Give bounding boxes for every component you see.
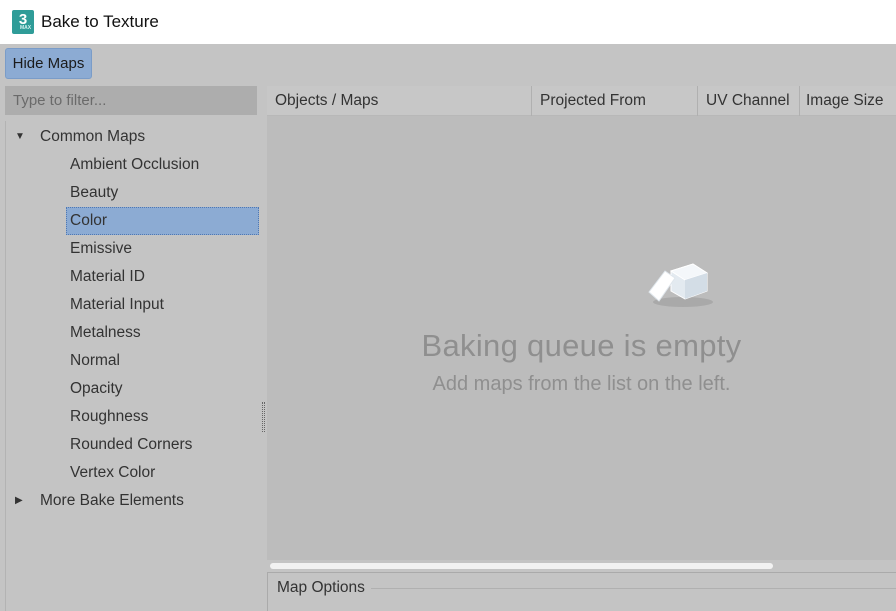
queue-table-header: Objects / Maps Projected From UV Channel… (267, 86, 896, 116)
window-title: Bake to Texture (41, 12, 159, 31)
tree-item-label: Rounded Corners (70, 436, 193, 453)
tree-item-beauty[interactable]: Beauty (6, 179, 259, 207)
toolbar: Hide Maps (0, 44, 896, 84)
tree-group-common-maps[interactable]: ▼ Common Maps (6, 123, 259, 151)
tree-item-label: Normal (70, 352, 120, 369)
tree-item-label: Roughness (70, 408, 149, 425)
empty-queue-subtitle: Add maps from the list on the left. (432, 373, 731, 395)
empty-box-icon (648, 263, 713, 307)
tree-item-label: Material ID (70, 268, 145, 285)
tree-item-metalness[interactable]: Metalness (6, 319, 259, 347)
scrollbar-thumb[interactable] (270, 563, 773, 569)
tree-item-label: Metalness (70, 324, 141, 341)
hide-maps-button[interactable]: Hide Maps (5, 48, 92, 79)
tree-item-ambient-occlusion[interactable]: Ambient Occlusion (6, 151, 259, 179)
tree-item-vertex-color[interactable]: Vertex Color (6, 459, 259, 487)
tree-item-color[interactable]: Color (6, 207, 259, 235)
tree-item-material-input[interactable]: Material Input (6, 291, 259, 319)
column-header-image-size[interactable]: Image Size (798, 86, 896, 116)
group-divider (368, 588, 896, 589)
panel-splitter[interactable] (259, 86, 267, 611)
tree-group-more-bake-elements[interactable]: ▶ More Bake Elements (6, 487, 259, 515)
column-header-uv-channel[interactable]: UV Channel (698, 86, 800, 116)
tree-item-normal[interactable]: Normal (6, 347, 259, 375)
tree-item-label: Beauty (70, 184, 119, 201)
tree-group-label: Common Maps (40, 128, 146, 145)
tree-group-label: More Bake Elements (40, 492, 184, 509)
expand-right-arrow-icon[interactable]: ▶ (15, 487, 23, 515)
splitter-grip-icon[interactable] (262, 402, 265, 432)
map-options-panel: Map Options (267, 572, 896, 611)
tree-item-label: Color (70, 212, 108, 229)
tree-item-opacity[interactable]: Opacity (6, 375, 259, 403)
tree-item-roughness[interactable]: Roughness (6, 403, 259, 431)
empty-queue-title: Baking queue is empty (421, 328, 742, 363)
tree-item-label: Opacity (70, 380, 123, 397)
3ds-max-icon: 3 MAX (12, 10, 34, 34)
filter-input[interactable] (5, 86, 257, 115)
column-header-projected-from[interactable]: Projected From (532, 86, 698, 116)
tree-item-rounded-corners[interactable]: Rounded Corners (6, 431, 259, 459)
tree-item-label: Material Input (70, 296, 164, 313)
tree-item-label: Emissive (70, 240, 133, 257)
baking-queue: Baking queue is empty Add maps from the … (267, 116, 896, 560)
app-icon-subtext: MAX (20, 25, 32, 31)
column-header-objects-maps[interactable]: Objects / Maps (267, 86, 532, 116)
tree-item-material-id[interactable]: Material ID (6, 263, 259, 291)
title-bar: 3 MAX Bake to Texture (0, 0, 896, 44)
maps-tree: ▼ Common Maps Ambient Occlusion Beauty C… (5, 121, 259, 611)
expand-down-arrow-icon[interactable]: ▼ (15, 123, 25, 151)
tree-item-emissive[interactable]: Emissive (6, 235, 259, 263)
tree-item-label: Vertex Color (70, 464, 156, 481)
horizontal-scrollbar[interactable] (267, 560, 896, 571)
tree-item-label: Ambient Occlusion (70, 156, 200, 173)
map-options-title[interactable]: Map Options (277, 579, 371, 597)
